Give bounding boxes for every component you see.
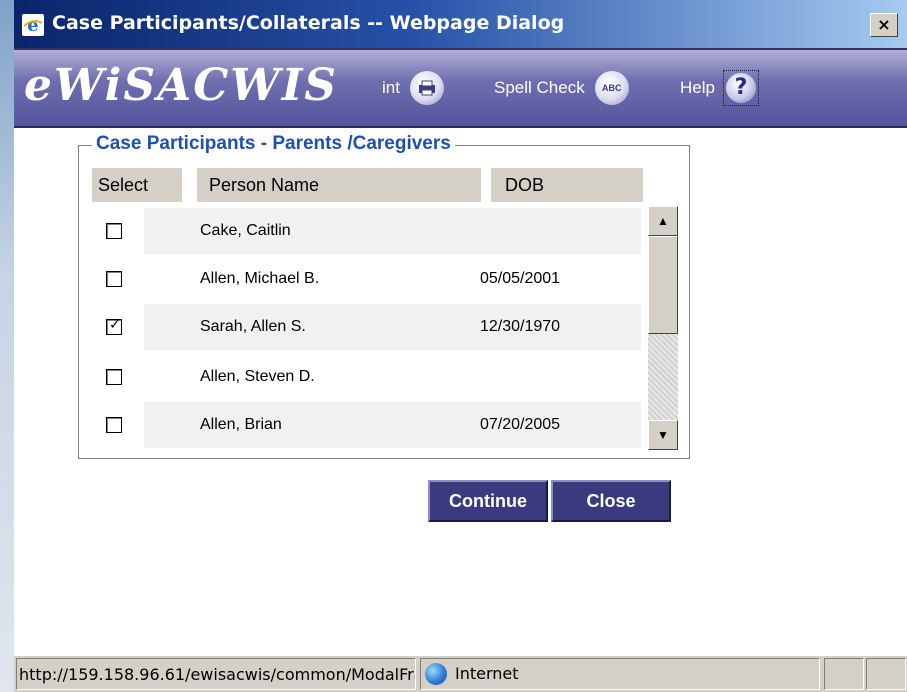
window-title: Case Participants/Collaterals -- Webpage… xyxy=(52,12,565,34)
app-banner: eWiSACWIS int Spell Check ABC Help ? xyxy=(14,48,907,128)
close-button[interactable]: Close xyxy=(551,480,671,522)
dialog-window: e Case Participants/Collaterals -- Webpa… xyxy=(0,0,907,692)
header-dob: DOB xyxy=(491,168,643,202)
globe-icon xyxy=(425,663,447,685)
close-icon: × xyxy=(877,15,891,34)
table-row: ✓ Sarah, Allen S. 12/30/1970 xyxy=(92,304,641,350)
person-dob: 05/05/2001 xyxy=(480,270,561,287)
person-dob: 07/20/2005 xyxy=(480,416,561,433)
status-pane xyxy=(824,658,864,690)
help-label: Help xyxy=(680,78,715,97)
scroll-up-icon[interactable]: ▲ xyxy=(648,206,678,236)
vertical-scrollbar[interactable]: ▲ ▼ xyxy=(648,206,678,450)
check-icon: ✓ xyxy=(109,317,121,333)
close-window-button[interactable]: × xyxy=(870,13,898,37)
continue-button[interactable]: Continue xyxy=(428,480,548,522)
desktop-strip xyxy=(0,0,14,692)
spell-check-icon: ABC xyxy=(594,71,629,105)
person-name: Allen, Michael B. xyxy=(200,270,320,287)
select-checkbox[interactable]: ✓ xyxy=(106,317,122,335)
person-dob: 12/30/1970 xyxy=(480,318,561,335)
spell-check-tool[interactable]: Spell Check ABC xyxy=(494,50,629,126)
print-label: int xyxy=(382,78,400,97)
table-row: Allen, Brian 07/20/2005 xyxy=(92,402,641,448)
status-url: http://159.158.96.61/ewisacwis/common/Mo… xyxy=(16,658,416,690)
status-bar: http://159.158.96.61/ewisacwis/common/Mo… xyxy=(14,655,907,692)
select-checkbox[interactable] xyxy=(106,223,122,239)
printer-icon xyxy=(409,71,444,105)
title-bar: e Case Participants/Collaterals -- Webpa… xyxy=(14,0,907,48)
select-checkbox[interactable] xyxy=(106,369,122,385)
person-name: Sarah, Allen S. xyxy=(200,318,306,335)
svg-text:e: e xyxy=(27,15,38,36)
app-logo: eWiSACWIS xyxy=(24,60,339,111)
zone-label: Internet xyxy=(455,664,519,683)
header-select: Select xyxy=(92,168,182,202)
header-person-name: Person Name xyxy=(197,168,481,202)
spell-check-label: Spell Check xyxy=(494,78,585,97)
group-legend: Case Participants - Parents /Caregivers xyxy=(92,133,455,155)
ie-icon: e xyxy=(22,14,44,36)
table-row: Allen, Michael B. 05/05/2001 xyxy=(92,256,641,302)
print-tool[interactable]: int xyxy=(382,50,444,126)
select-checkbox[interactable] xyxy=(106,417,122,433)
security-zone: Internet xyxy=(420,658,820,690)
person-name: Cake, Caitlin xyxy=(200,222,291,239)
person-name: Allen, Brian xyxy=(200,416,282,433)
help-tool[interactable]: Help ? xyxy=(680,50,759,126)
table-row: Cake, Caitlin xyxy=(92,208,641,254)
scroll-thumb[interactable] xyxy=(648,236,678,334)
status-pane xyxy=(866,658,906,690)
scroll-down-icon[interactable]: ▼ xyxy=(648,420,678,450)
help-icon: ? xyxy=(722,70,759,106)
select-checkbox[interactable] xyxy=(106,271,122,287)
person-name: Allen, Steven D. xyxy=(200,368,315,385)
table-row: Allen, Steven D. xyxy=(92,354,641,400)
